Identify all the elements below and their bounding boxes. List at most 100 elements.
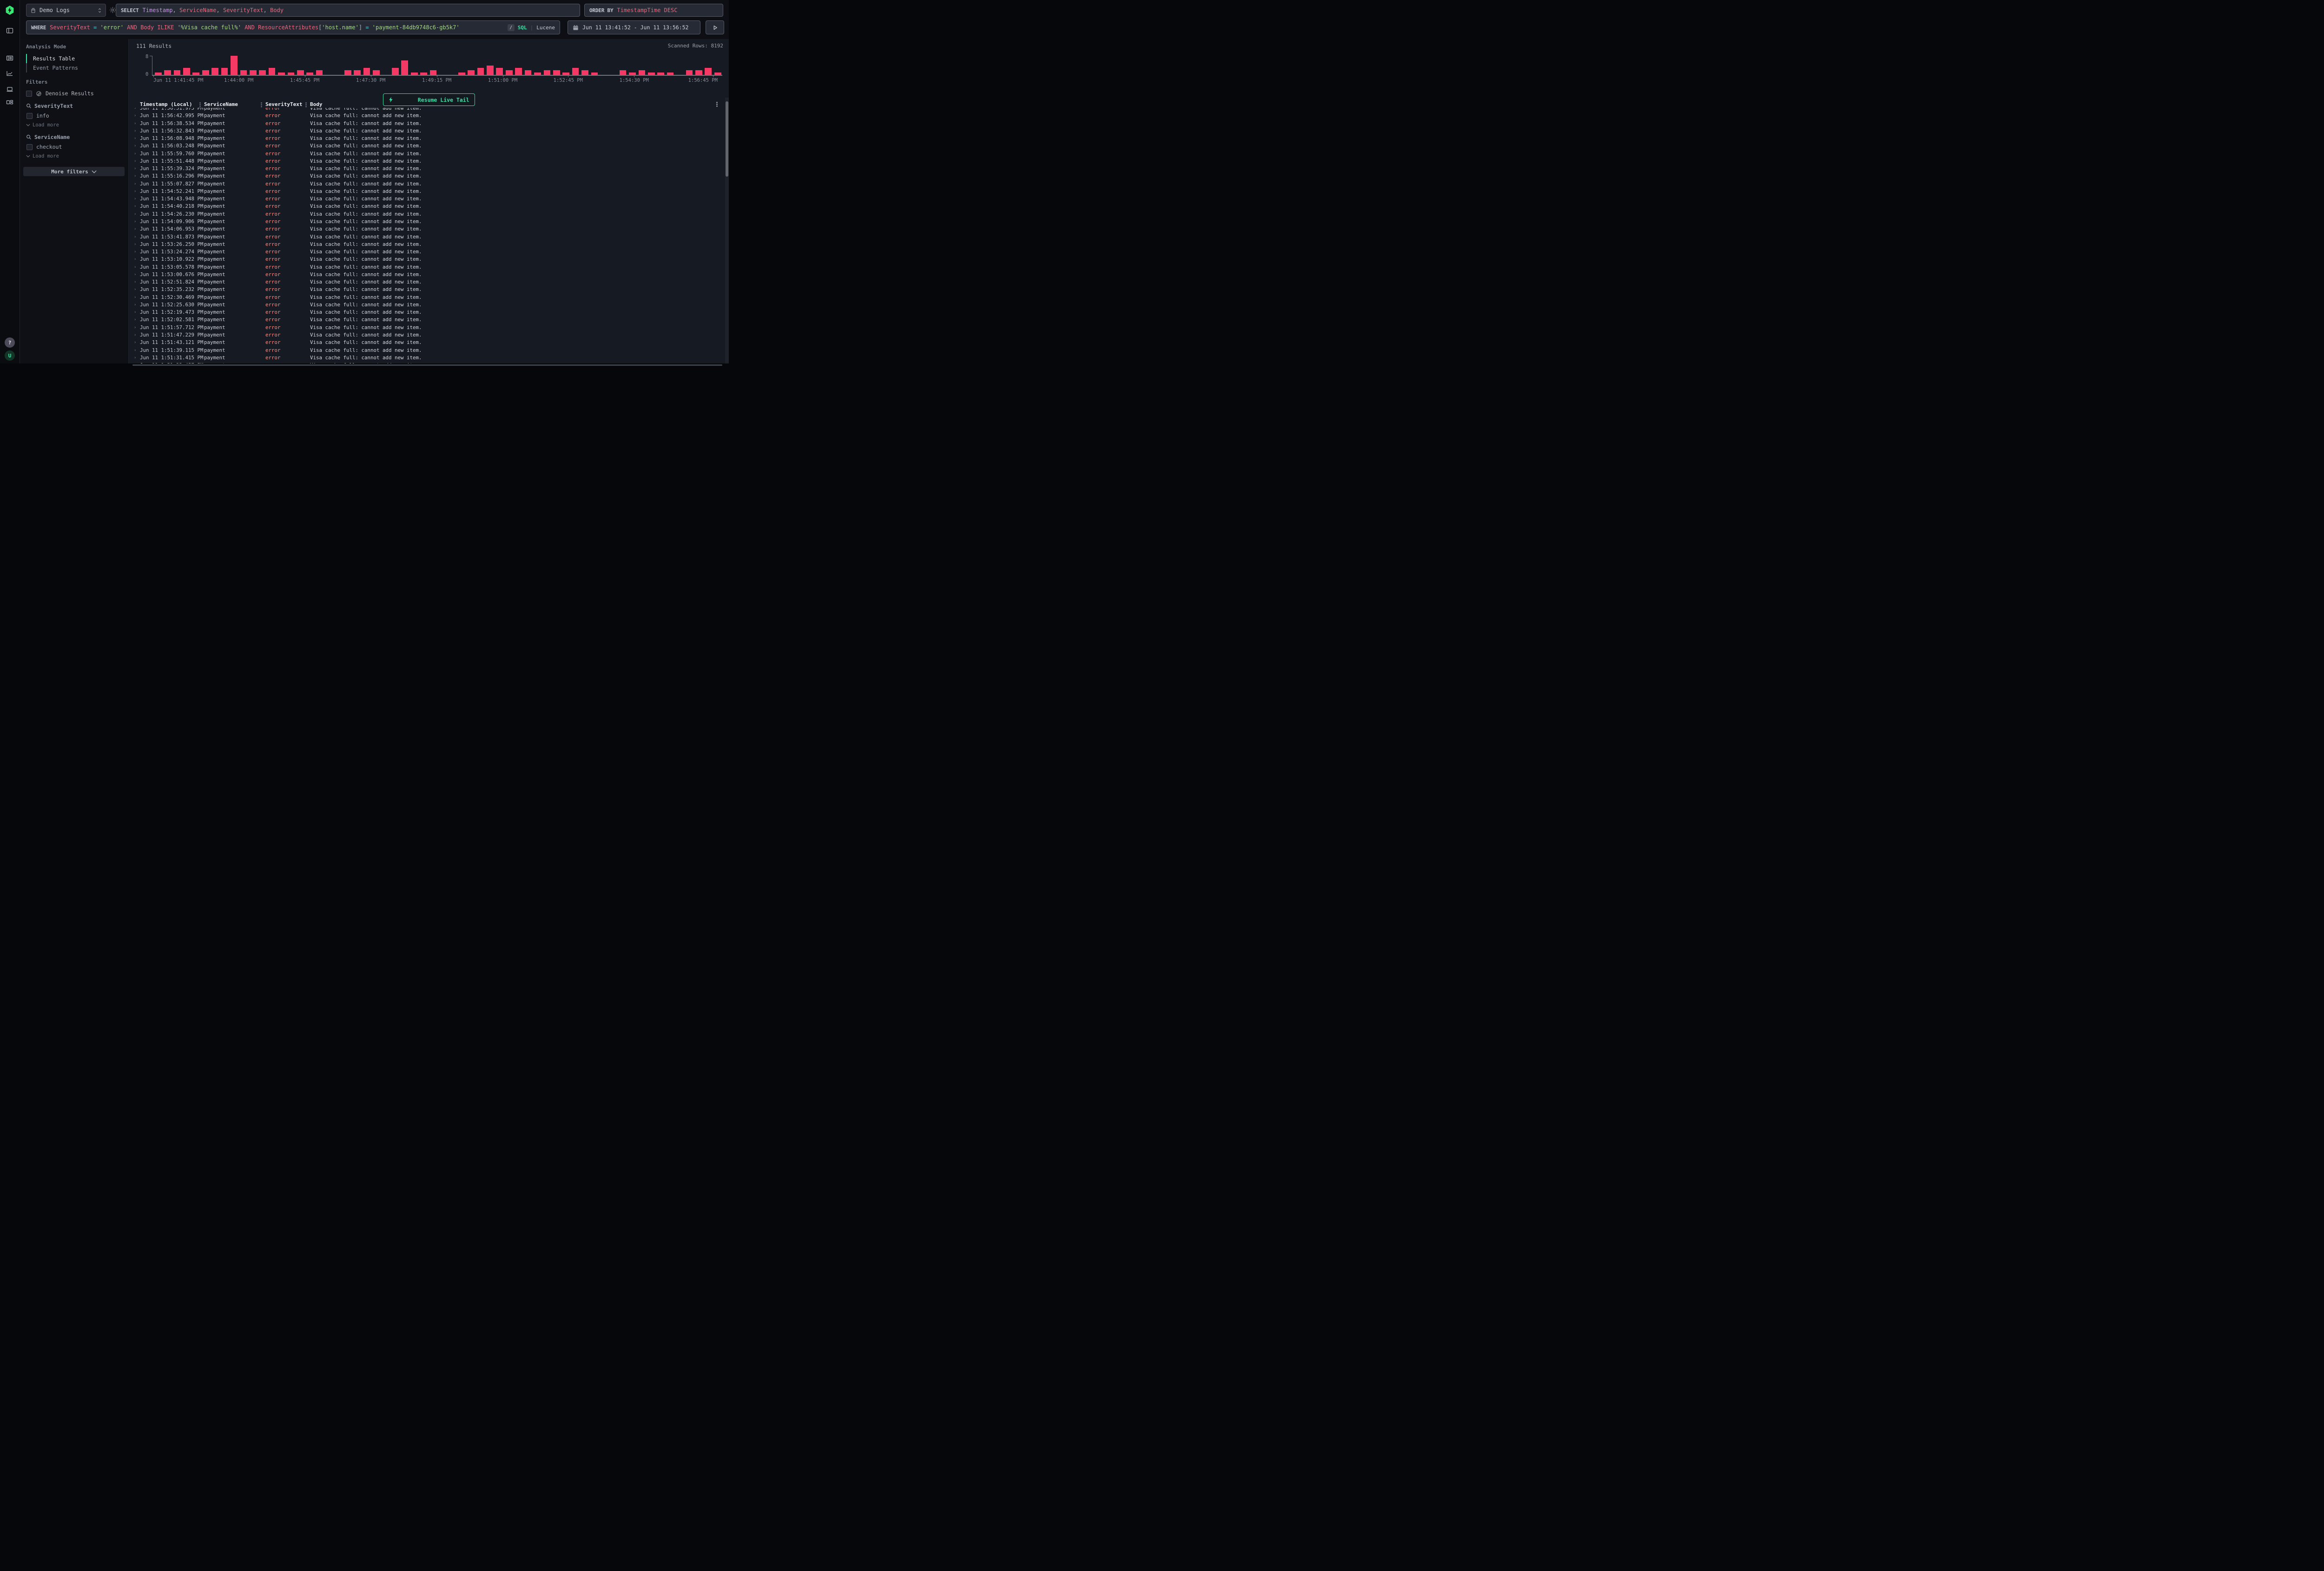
histogram-bar[interactable] bbox=[183, 68, 190, 75]
user-avatar[interactable]: U bbox=[5, 350, 15, 361]
tab-results-table[interactable]: Results Table bbox=[26, 54, 128, 63]
histogram-bar[interactable] bbox=[496, 68, 503, 75]
histogram-bar[interactable] bbox=[231, 56, 238, 75]
log-row[interactable]: ›Jun 11 1:51:39.115 PMpaymenterrorVisa c… bbox=[129, 347, 725, 354]
log-row[interactable]: ›Jun 11 1:56:38.534 PMpaymenterrorVisa c… bbox=[129, 120, 725, 127]
histogram-bar[interactable] bbox=[211, 68, 218, 75]
log-row[interactable]: ›Jun 11 1:54:26.230 PMpaymenterrorVisa c… bbox=[129, 211, 725, 218]
filter-checkbox-info[interactable] bbox=[26, 113, 33, 119]
log-row[interactable]: ›Jun 11 1:53:24.274 PMpaymenterrorVisa c… bbox=[129, 248, 725, 256]
log-row[interactable]: ›Jun 11 1:52:30.469 PMpaymenterrorVisa c… bbox=[129, 294, 725, 301]
log-row[interactable]: ›Jun 11 1:54:09.906 PMpaymenterrorVisa c… bbox=[129, 218, 725, 225]
col-header-body[interactable]: Body bbox=[310, 101, 323, 108]
time-range-picker[interactable]: Jun 11 13:41:52 - Jun 11 13:56:52 bbox=[568, 20, 700, 34]
histogram-bar[interactable] bbox=[468, 70, 475, 75]
histogram-bar[interactable] bbox=[544, 70, 551, 75]
sql-toggle[interactable]: SQL bbox=[518, 25, 527, 31]
filter-group-title[interactable]: ServiceName bbox=[34, 134, 70, 140]
histogram-bar[interactable] bbox=[240, 70, 247, 75]
horizontal-scrollbar[interactable] bbox=[0, 363, 729, 367]
chart-explorer-icon[interactable] bbox=[6, 70, 13, 77]
load-more-servicename[interactable]: Load more bbox=[26, 153, 128, 159]
histogram-bar[interactable] bbox=[174, 70, 181, 75]
log-row[interactable]: ›Jun 11 1:55:59.760 PMpaymenterrorVisa c… bbox=[129, 150, 725, 158]
histogram-bar[interactable] bbox=[259, 70, 266, 75]
histogram-bar[interactable] bbox=[430, 70, 437, 75]
histogram-bar[interactable] bbox=[487, 66, 494, 75]
histogram-bar[interactable] bbox=[695, 70, 702, 75]
log-row[interactable]: ›Jun 11 1:51:47.229 PMpaymenterrorVisa c… bbox=[129, 331, 725, 339]
log-row[interactable]: ›Jun 11 1:51:43.121 PMpaymenterrorVisa c… bbox=[129, 339, 725, 346]
histogram-bar[interactable] bbox=[250, 70, 257, 75]
filter-item-label[interactable]: info bbox=[36, 112, 49, 119]
filter-item-label[interactable]: checkout bbox=[36, 144, 62, 150]
services-icon[interactable] bbox=[6, 86, 13, 93]
lucene-toggle[interactable]: Lucene bbox=[536, 25, 555, 31]
histogram-bar[interactable] bbox=[705, 68, 712, 75]
histogram-bar[interactable] bbox=[620, 70, 627, 75]
log-row[interactable]: ›Jun 11 1:55:07.827 PMpaymenterrorVisa c… bbox=[129, 180, 725, 188]
filter-group-title[interactable]: SeverityText bbox=[34, 103, 73, 109]
histogram-bar[interactable] bbox=[477, 68, 484, 75]
log-row[interactable]: ›Jun 11 1:52:19.473 PMpaymenterrorVisa c… bbox=[129, 309, 725, 316]
histogram-bar[interactable] bbox=[639, 70, 646, 75]
hyperdx-logo[interactable] bbox=[5, 6, 14, 15]
table-options-kebab-icon[interactable] bbox=[716, 102, 718, 103]
log-row[interactable]: ›Jun 11 1:56:42.995 PMpaymenterrorVisa c… bbox=[129, 112, 725, 119]
histogram-bar[interactable] bbox=[164, 70, 171, 75]
log-row[interactable]: ›Jun 11 1:51:57.712 PMpaymenterrorVisa c… bbox=[129, 324, 725, 331]
horizontal-scrollbar-thumb[interactable] bbox=[132, 364, 722, 366]
col-header-severitytext[interactable]: SeverityText bbox=[265, 101, 302, 108]
histogram-bar[interactable] bbox=[344, 70, 351, 75]
load-more-severitytext[interactable]: Load more bbox=[26, 122, 128, 128]
column-separator-icon[interactable] bbox=[199, 102, 201, 104]
log-row[interactable]: ›Jun 11 1:55:51.448 PMpaymenterrorVisa c… bbox=[129, 158, 725, 165]
log-row[interactable]: ›Jun 11 1:54:06.953 PMpaymenterrorVisa c… bbox=[129, 225, 725, 233]
column-separator-icon[interactable] bbox=[261, 102, 262, 104]
vertical-scrollbar[interactable] bbox=[725, 98, 729, 363]
histogram-bar[interactable] bbox=[373, 70, 380, 75]
select-query-input[interactable]: SELECT Timestamp, ServiceName, SeverityT… bbox=[116, 4, 580, 17]
column-separator-icon[interactable] bbox=[305, 102, 307, 104]
log-row[interactable]: ›Jun 11 1:55:16.296 PMpaymenterrorVisa c… bbox=[129, 172, 725, 180]
log-row[interactable]: ›Jun 11 1:56:03.248 PMpaymenterrorVisa c… bbox=[129, 142, 725, 150]
log-row[interactable]: ›Jun 11 1:53:41.873 PMpaymenterrorVisa c… bbox=[129, 233, 725, 241]
histogram-bar[interactable] bbox=[581, 70, 588, 75]
log-row[interactable]: ›Jun 11 1:53:05.578 PMpaymenterrorVisa c… bbox=[129, 264, 725, 271]
histogram-bar[interactable] bbox=[363, 68, 370, 75]
dashboards-icon[interactable] bbox=[6, 99, 13, 106]
vertical-scrollbar-thumb[interactable] bbox=[726, 101, 728, 177]
log-row[interactable]: ›Jun 11 1:56:32.843 PMpaymenterrorVisa c… bbox=[129, 127, 725, 135]
denoise-checkbox[interactable] bbox=[26, 91, 32, 97]
source-select[interactable]: Demo Logs bbox=[26, 4, 106, 17]
col-header-timestamp[interactable]: Timestamp (Local) bbox=[140, 101, 192, 108]
histogram-bar[interactable] bbox=[572, 68, 579, 75]
help-button[interactable]: ? bbox=[5, 337, 15, 348]
where-query-input[interactable]: WHERE SeverityText = 'error' AND Body IL… bbox=[26, 20, 560, 34]
order-by-input[interactable]: ORDER BY TimestampTime DESC bbox=[584, 4, 723, 17]
histogram-bar[interactable] bbox=[221, 68, 228, 75]
log-row[interactable]: ›Jun 11 1:51:31.415 PMpaymenterrorVisa c… bbox=[129, 354, 725, 362]
resume-live-tail-button[interactable]: Resume Live Tail bbox=[383, 93, 475, 106]
histogram-bar[interactable] bbox=[525, 70, 532, 75]
log-row[interactable]: ›Jun 11 1:53:26.250 PMpaymenterrorVisa c… bbox=[129, 241, 725, 248]
log-row[interactable]: ›Jun 11 1:53:10.922 PMpaymenterrorVisa c… bbox=[129, 256, 725, 263]
log-row[interactable]: ›Jun 11 1:52:51.824 PMpaymenterrorVisa c… bbox=[129, 278, 725, 286]
source-settings-gear-icon[interactable] bbox=[109, 7, 116, 13]
histogram-bar[interactable] bbox=[297, 70, 304, 75]
log-row[interactable]: ›Jun 11 1:54:43.948 PMpaymenterrorVisa c… bbox=[129, 195, 725, 203]
search-logs-icon[interactable] bbox=[6, 54, 13, 62]
log-row[interactable]: ›Jun 11 1:53:00.676 PMpaymenterrorVisa c… bbox=[129, 271, 725, 278]
histogram-bar[interactable] bbox=[354, 70, 361, 75]
histogram-bar[interactable] bbox=[553, 70, 560, 75]
log-row[interactable]: ›Jun 11 1:52:25.630 PMpaymenterrorVisa c… bbox=[129, 301, 725, 309]
filter-checkbox-checkout[interactable] bbox=[26, 144, 33, 150]
log-row[interactable]: ›Jun 11 1:54:40.218 PMpaymenterrorVisa c… bbox=[129, 203, 725, 210]
histogram-bar[interactable] bbox=[392, 68, 399, 75]
histogram-bar[interactable] bbox=[269, 68, 276, 75]
log-row[interactable]: ›Jun 11 1:54:52.241 PMpaymenterrorVisa c… bbox=[129, 188, 725, 195]
log-row[interactable]: ›Jun 11 1:56:08.948 PMpaymenterrorVisa c… bbox=[129, 135, 725, 142]
tab-event-patterns[interactable]: Event Patterns bbox=[26, 63, 128, 73]
log-row[interactable]: ›Jun 11 1:52:02.581 PMpaymenterrorVisa c… bbox=[129, 316, 725, 323]
panel-toggle-icon[interactable] bbox=[6, 27, 13, 34]
